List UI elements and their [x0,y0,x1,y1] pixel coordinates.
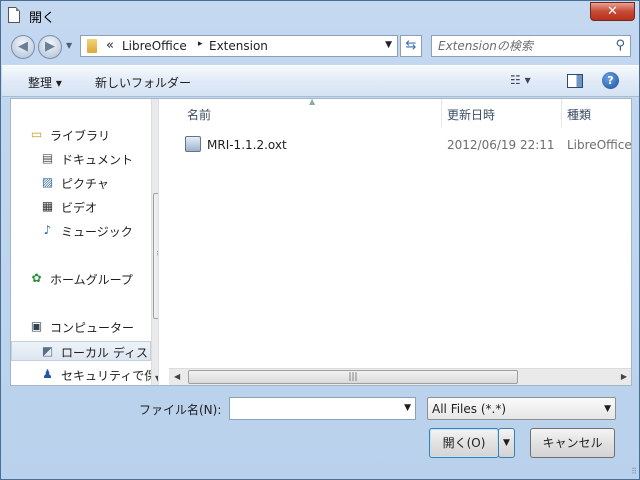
nav-item-label: コンピューター [50,321,135,335]
search-input[interactable] [438,38,608,54]
forward-arrow-icon: ▶ [45,39,55,54]
music-icon: ♪ [43,223,52,237]
address-dropdown[interactable]: ▼ [385,40,392,50]
column-header-name[interactable]: 名前 [187,106,211,123]
nav-item-homegroup[interactable]: ✿ ホームグループ [11,269,151,289]
window-title: 開く [29,11,56,26]
breadcrumb-separator[interactable]: ▸ [198,39,203,49]
file-list: ▲ 名前 更新日時 種類 MRI-1.1.2.oxt 2012/06/19 22… [169,99,631,385]
chevron-down-icon[interactable]: ▼ [604,404,611,414]
breadcrumb-overflow[interactable]: « [106,38,114,53]
nav-item-local-disk[interactable]: ◩ ローカル ディス [11,341,151,361]
nav-item-label: ドキュメント [61,153,134,167]
scroll-right-arrow-icon[interactable]: ▶ [621,372,627,381]
documents-icon: ▤ [41,151,54,165]
chevron-down-icon[interactable]: ▼ [404,403,411,413]
folder-icon [87,39,97,53]
nav-item-secure-drive[interactable]: ♟ セキュリティで保 [11,365,156,385]
library-icon: ▭ [30,127,43,141]
open-options-dropdown[interactable]: ▼ [498,428,515,458]
help-icon[interactable]: ? [602,72,619,89]
address-bar[interactable]: « LibreOffice ▸ Extension ▼ [80,35,398,57]
scroll-down-arrow-icon[interactable]: ▼ [155,374,158,383]
horizontal-scroll-thumb[interactable]: ||| [188,370,518,384]
pictures-icon: ▨ [41,175,54,189]
breadcrumb-extension[interactable]: Extension [209,39,268,53]
nav-item-computer[interactable]: ▣ コンピューター [11,317,151,337]
extension-file-icon [185,136,201,152]
nav-item-music[interactable]: ♪ ミュージック [11,221,151,241]
command-bar: 整理 ▾ 新しいフォルダー ☷ ▾ ? [2,65,639,97]
nav-vertical-scrollbar[interactable]: ≡ ▼ [151,99,158,385]
open-button[interactable]: 開く(O) [429,428,499,458]
filename-combobox[interactable]: ▼ [229,397,416,420]
nav-item-label: ミュージック [61,225,133,239]
file-type: LibreOffice [567,138,631,152]
nav-item-video[interactable]: ▦ ビデオ [11,197,151,217]
nav-item-label: ピクチャ [61,177,109,191]
nav-item-label: ホームグループ [50,273,133,287]
nav-item-label: ライブラリ [50,129,111,143]
filename-label: ファイル名(N): [139,403,222,417]
nav-item-pictures[interactable]: ▨ ピクチャ [11,173,151,193]
column-divider[interactable] [441,99,442,127]
breadcrumb-libreoffice[interactable]: LibreOffice [122,39,187,53]
preview-pane-icon[interactable] [567,74,583,88]
file-date: 2012/06/19 22:11 [447,138,555,152]
nav-item-documents[interactable]: ▤ ドキュメント [11,149,151,169]
nav-item-label: セキュリティで保 [61,369,157,383]
close-button[interactable]: ✕ [590,2,635,21]
title-bar: 開く ✕ [1,1,639,29]
video-icon: ▦ [41,199,54,213]
new-folder-button[interactable]: 新しいフォルダー [95,74,191,91]
file-type-filter[interactable]: All Files (*.*) ▼ [427,397,616,420]
filename-field[interactable] [233,400,393,417]
back-arrow-icon: ◀ [18,39,28,54]
homegroup-icon: ✿ [31,271,42,285]
nav-scroll-thumb[interactable]: ≡ [153,193,158,319]
sort-ascending-icon: ▲ [309,99,316,106]
file-row[interactable]: MRI-1.1.2.oxt 2012/06/19 22:11 LibreOffi… [185,135,631,155]
local-disk-icon: ◩ [41,344,54,358]
nav-item-library[interactable]: ▭ ライブラリ [11,125,151,145]
open-dialog: 開く ✕ ◀ ▶ ▼ « LibreOffice ▸ Extension ▼ ⇆… [0,0,640,480]
horizontal-scrollbar[interactable]: ◀ ||| ▶ [169,368,631,385]
file-type-filter-value: All Files (*.*) [432,402,507,416]
search-icon[interactable]: ⚲ [615,38,625,53]
column-header-date[interactable]: 更新日時 [447,106,495,123]
resize-grip-icon[interactable]: ⠿ [631,467,637,476]
organize-button[interactable]: 整理 ▾ [28,74,62,91]
computer-icon: ▣ [30,319,43,333]
refresh-button[interactable]: ⇆ [400,35,422,57]
search-box[interactable]: ⚲ [431,35,631,57]
forward-button[interactable]: ▶ [38,35,62,59]
browser-area: ▭ ライブラリ ▤ ドキュメント ▨ ピクチャ ▦ ビデオ ♪ ミュージック ✿… [10,98,632,386]
back-button[interactable]: ◀ [11,35,35,59]
scroll-left-arrow-icon[interactable]: ◀ [174,372,180,381]
column-divider[interactable] [561,99,562,127]
recent-locations-dropdown[interactable]: ▼ [66,41,72,50]
cancel-button[interactable]: キャンセル [530,428,615,458]
chevron-down-icon: ▼ [503,438,510,448]
navigation-pane: ▭ ライブラリ ▤ ドキュメント ▨ ピクチャ ▦ ビデオ ♪ ミュージック ✿… [11,99,159,385]
file-name: MRI-1.1.2.oxt [207,138,287,152]
refresh-icon: ⇆ [405,38,417,53]
document-icon [8,7,20,23]
change-view-button[interactable]: ☷ ▾ [510,73,550,91]
nav-item-label: ビデオ [61,201,98,215]
column-header-type[interactable]: 種類 [567,106,591,123]
secure-drive-icon: ♟ [42,367,53,381]
nav-item-label: ローカル ディス [61,346,148,360]
